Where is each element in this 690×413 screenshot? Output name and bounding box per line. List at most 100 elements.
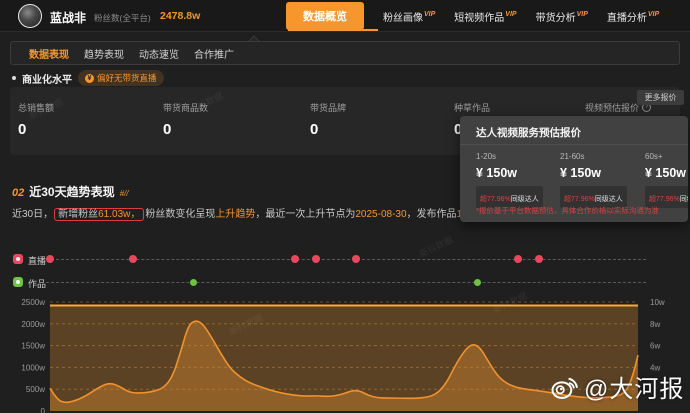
- quote-price: ¥ 150w: [645, 166, 688, 180]
- live-legend-icon: [13, 254, 23, 264]
- quote-column-2: 60s+ ¥ 150w 超77.96%同级达人: [645, 152, 688, 208]
- popup-title: 达人视频服务预估报价: [476, 125, 581, 140]
- summary-text: 粉丝数变化呈现: [145, 209, 215, 220]
- section-index: 02: [12, 187, 24, 199]
- stat-label: 带货商品数: [163, 101, 208, 114]
- top-nav: 数据概览 粉丝画像VIP 短视频作品VIP 带货分析VIP 直播分析VIP: [286, 2, 659, 30]
- quote-price: ¥ 150w: [476, 166, 556, 180]
- section-title: 近30天趋势表现: [29, 183, 114, 200]
- rank-percent: 超77.96%: [564, 196, 595, 203]
- active-nav-underline: [288, 29, 378, 31]
- bullet-icon: [12, 76, 16, 80]
- y-axis-left-label: 0: [41, 407, 46, 413]
- quote-duration: 21-60s: [560, 152, 640, 161]
- vip-badge: VIP: [577, 11, 588, 18]
- stat-item-2: 带货品牌 0: [310, 101, 346, 138]
- live-event-dot[interactable]: [312, 255, 320, 263]
- nav-item-0[interactable]: 数据概览: [286, 2, 364, 30]
- header-bar: 蓝战非 粉丝数(全平台) 2478.8w 数据概览 粉丝画像VIP 短视频作品VIP…: [0, 0, 690, 32]
- stat-value: 0: [18, 121, 54, 138]
- video-quote-popup: 达人视频服务预估报价 1-20s¥ 150w超77.96%同级达人21-60s¥…: [460, 116, 688, 222]
- weibo-handle: @大河报: [584, 369, 684, 404]
- avatar[interactable]: [18, 4, 42, 28]
- summary-text: 近30日，: [12, 209, 53, 220]
- live-event-dot[interactable]: [352, 255, 360, 263]
- rank-percent: 超77.96%: [480, 196, 511, 203]
- popup-divider: [460, 144, 688, 145]
- fans-count-label: 粉丝数(全平台): [94, 12, 151, 24]
- rank-percent: 超77.96%: [649, 196, 680, 203]
- y-axis-left-label: 1000w: [21, 363, 45, 372]
- dashboard-page: 蓝战非 粉丝数(全平台) 2478.8w 数据概览 粉丝画像VIP 短视频作品VIP…: [0, 0, 690, 413]
- rise-date: 2025-08-30: [355, 209, 406, 220]
- more-quotes-button[interactable]: 更多报价: [637, 90, 684, 105]
- commercialization-label: 商业化水平: [22, 71, 72, 86]
- live-event-dot[interactable]: [535, 255, 543, 263]
- nav-item-4[interactable]: 直播分析VIP: [607, 9, 659, 24]
- live-event-dot[interactable]: [129, 255, 137, 263]
- quote-duration: 1-20s: [476, 152, 556, 161]
- vip-badge: VIP: [505, 11, 516, 18]
- y-axis-left-label: 2000w: [21, 320, 45, 329]
- tab-3[interactable]: 合作推广: [194, 46, 234, 61]
- y-axis-left-label: 2500w: [21, 298, 45, 307]
- rank-peer-label: 同级达人: [511, 196, 539, 203]
- tab-0[interactable]: 数据表现: [29, 46, 69, 61]
- new-fans-value: 61.03w，: [98, 209, 140, 220]
- trend-direction: 上升趋势: [215, 209, 255, 220]
- live-legend-label: 直播: [28, 254, 46, 267]
- highlight-red-box: 新增粉丝61.03w，: [54, 208, 144, 221]
- quote-price: ¥ 150w: [560, 166, 640, 180]
- timeline-row-live: 直播: [0, 253, 690, 265]
- timeline-row-works: 作品: [0, 276, 690, 288]
- coin-icon: ¥: [85, 74, 94, 83]
- stat-label: 总销售额: [18, 101, 54, 114]
- sub-tab-bar: 数据表现趋势表现动态速览合作推广: [10, 41, 680, 65]
- vip-badge: VIP: [648, 11, 659, 18]
- stat-value: 0: [310, 121, 346, 138]
- y-axis-right-label: 10w: [650, 298, 665, 307]
- stat-label: 带货品牌: [310, 101, 346, 114]
- works-event-dot[interactable]: [190, 279, 197, 286]
- weibo-watermark: @大河报: [550, 369, 684, 404]
- fans-count-value: 2478.8w: [160, 10, 200, 22]
- trend-summary: 近30日，新增粉丝61.03w，粉丝数变化呈现上升趋势，最近一次上升节点为202…: [12, 205, 472, 220]
- rank-peer-label: 同级达人: [595, 196, 623, 203]
- live-event-dot[interactable]: [291, 255, 299, 263]
- nav-item-2[interactable]: 短视频作品VIP: [454, 9, 516, 24]
- y-axis-right-label: 6w: [650, 342, 660, 351]
- works-event-dot[interactable]: [474, 279, 481, 286]
- rank-peer-label: 同级达人: [680, 196, 688, 203]
- creator-name: 蓝战非: [50, 9, 86, 26]
- quote-duration: 60s+: [645, 152, 688, 161]
- timeline-dashed-line: [46, 282, 646, 283]
- y-axis-left-label: 1500w: [21, 342, 45, 351]
- preference-badge: ¥ 偏好无带货直播: [78, 70, 164, 86]
- weibo-icon: [550, 372, 580, 402]
- trend-section-heading: 02 近30天趋势表现 #//: [12, 183, 129, 200]
- y-axis-right-label: 8w: [650, 320, 660, 329]
- quote-column-1: 21-60s ¥ 150w 超77.96%同级达人: [560, 152, 640, 208]
- stat-item-0: 总销售额 0: [18, 101, 54, 138]
- nav-item-3[interactable]: 带货分析VIP: [536, 9, 588, 24]
- summary-text: 新增粉丝: [58, 209, 98, 220]
- works-legend-label: 作品: [28, 277, 46, 290]
- commercialization-row: 商业化水平 ¥ 偏好无带货直播: [12, 70, 164, 86]
- section-decor-icon: #//: [120, 189, 129, 198]
- stat-label: 种草作品: [454, 101, 490, 114]
- vip-badge: VIP: [424, 11, 435, 18]
- stat-item-1: 带货商品数 0: [163, 101, 208, 138]
- nav-item-1[interactable]: 粉丝画像VIP: [383, 9, 435, 24]
- live-event-dot[interactable]: [514, 255, 522, 263]
- y-axis-left-label: 500w: [26, 385, 45, 394]
- summary-text: ，最近一次上升节点为: [255, 209, 355, 220]
- quote-column-0: 1-20s ¥ 150w 超77.96%同级达人: [476, 152, 556, 208]
- popup-footnote: *报价基于平台数据预估，具体合作价格以实际沟通为准: [476, 205, 659, 216]
- stat-value: 0: [163, 121, 208, 138]
- live-event-dot[interactable]: [46, 255, 54, 263]
- tab-2[interactable]: 动态速览: [139, 46, 179, 61]
- works-legend-icon: [13, 277, 23, 287]
- summary-text: ，发布作品: [407, 209, 457, 220]
- preference-badge-label: 偏好无带货直播: [97, 72, 157, 84]
- tab-1[interactable]: 趋势表现: [84, 46, 124, 61]
